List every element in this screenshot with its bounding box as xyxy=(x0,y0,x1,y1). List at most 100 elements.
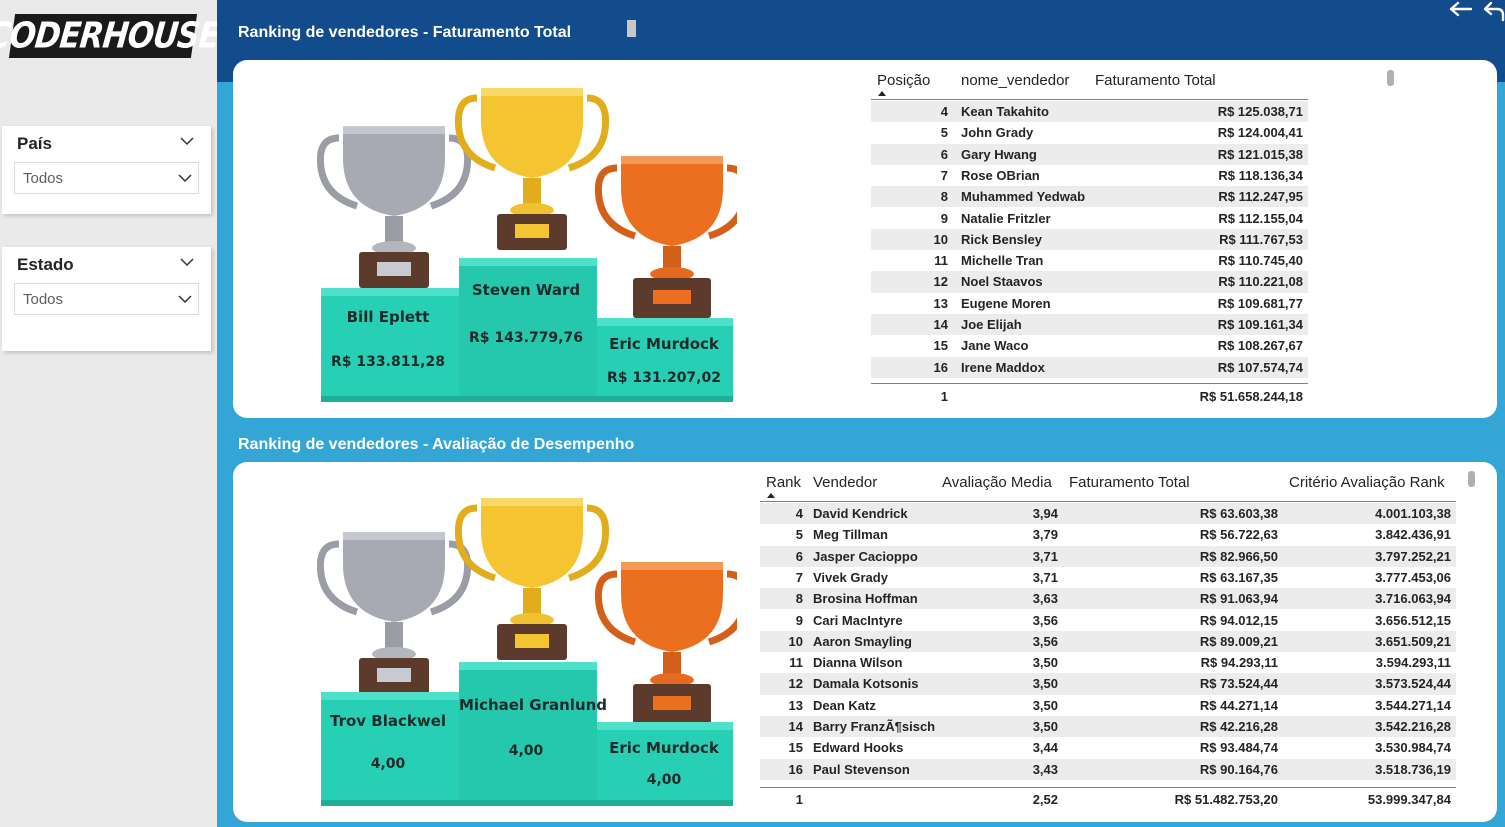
table-row[interactable]: 14 Joe Elijah R$ 109.161,34 xyxy=(871,314,1308,336)
table-row[interactable]: 10 Rick Bensley R$ 111.767,53 xyxy=(871,228,1308,251)
table-row[interactable]: 5 John Grady R$ 124.004,41 xyxy=(871,122,1308,143)
table-cell-posicao: 4 xyxy=(940,104,948,119)
table-row[interactable]: 10 Aaron Smayling 3,56 R$ 89.009,21 3.651.50… xyxy=(760,630,1456,653)
col-header-nome-vendedor[interactable]: nome_vendedor xyxy=(961,72,1069,89)
table-cell-nome-vendedor: Michelle Tran xyxy=(961,253,1044,269)
table-cell-nome-vendedor: Gary Hwang xyxy=(961,146,1037,162)
table-row[interactable]: 4 Kean Takahito R$ 125.038,71 xyxy=(871,101,1308,123)
table-row[interactable]: 11 Michelle Tran R$ 110.745,40 xyxy=(871,250,1308,271)
col-header-vendedor[interactable]: Vendedor xyxy=(813,474,877,491)
table-cell-faturamento: R$ 112.155,04 xyxy=(1218,210,1303,226)
podium-first-name: Steven Ward xyxy=(471,281,581,299)
chevron-down-icon[interactable] xyxy=(180,255,194,269)
table-cell-nome-vendedor: Eugene Moren xyxy=(961,295,1051,311)
table-cell-faturamento: R$ 111.767,53 xyxy=(1219,231,1303,247)
slicer-estado-dropdown[interactable]: Todos xyxy=(14,283,199,315)
col-header-avaliacao-media[interactable]: Avaliação Media xyxy=(942,474,1052,491)
table-cell-criterio: 4.001.103,38 xyxy=(1375,506,1451,521)
bronze-trophy-icon xyxy=(594,156,737,318)
table-row[interactable]: 9 Cari MacIntyre 3,56 R$ 94.012,15 3.656.512… xyxy=(760,610,1456,631)
slicer-estado-value: Todos xyxy=(23,291,64,308)
table-faturamento: Posição nome_vendedor Faturamento Total … xyxy=(871,60,1311,418)
table-cell-criterio: 3.777.453,06 xyxy=(1375,569,1451,585)
table-cell-criterio: 3.842.436,91 xyxy=(1375,527,1451,543)
table-row[interactable]: 6 Jasper Cacioppo 3,71 R$ 82.966,50 3.797.25… xyxy=(760,545,1456,567)
table-row[interactable]: 12 Damala Kotsonis 3,50 R$ 73.524,44 3.573.5… xyxy=(760,673,1456,695)
table-cell-nome-vendedor: Kean Takahito xyxy=(961,104,1049,119)
table-cell-avaliacao: 3,71 xyxy=(1032,569,1058,585)
table-row[interactable]: 14 Barry FranzÃ¶sisch 3,50 R$ 42.216,28 3.54… xyxy=(760,716,1456,738)
coderhouse-logo: CODERHOUSE xyxy=(0,14,221,58)
table-row[interactable]: 13 Dean Katz 3,50 R$ 44.271,14 3.544.271,14 xyxy=(760,695,1456,716)
podium-third-value: R$ 131.207,02 xyxy=(607,370,721,386)
back-arrows-icon[interactable] xyxy=(1445,0,1505,22)
table-row[interactable]: 4 David Kendrick 3,94 R$ 63.603,38 4.001.103… xyxy=(760,503,1456,525)
col-header-criterio-avaliacao-rank[interactable]: Critério Avaliação Rank xyxy=(1289,474,1445,491)
col-header-faturamento-total[interactable]: Faturamento Total xyxy=(1095,72,1216,89)
slicer-pais-dropdown[interactable]: Todos xyxy=(14,162,199,194)
sidebar: CODERHOUSE País Todos Estado Todos xyxy=(0,0,221,827)
table-row[interactable]: 7 Vivek Grady 3,71 R$ 63.167,35 3.777.453,06 xyxy=(760,567,1456,588)
table-cell-faturamento: R$ 109.161,34 xyxy=(1217,317,1303,332)
table-cell-criterio: 3.797.252,21 xyxy=(1375,548,1451,564)
table-row[interactable]: 8 Muhammed Yedwab R$ 112.247,95 xyxy=(871,186,1308,208)
report-canvas: CODERHOUSE País Todos Estado Todos Ranki… xyxy=(0,0,1505,827)
table-cell-rank: 4 xyxy=(795,506,803,521)
card-faturamento: Bill Eplett R$ 133.811,28 Steven Ward R$… xyxy=(233,60,1497,418)
table-cell-criterio: 3.544.271,14 xyxy=(1375,697,1451,713)
col-header-rank[interactable]: Rank xyxy=(766,474,801,491)
chevron-down-icon xyxy=(178,295,192,304)
main-area: Ranking de vendedores - Faturamento Tota… xyxy=(217,0,1505,827)
table-cell-avaliacao: 3,56 xyxy=(1032,612,1058,628)
silver-trophy-icon xyxy=(317,126,472,288)
total-posicao: 1 xyxy=(940,389,948,404)
table-cell-criterio: 3.530.984,74 xyxy=(1375,740,1451,756)
table-cell-avaliacao: 3,63 xyxy=(1032,591,1058,607)
table-row[interactable]: 12 Noel Staavos R$ 110.221,08 xyxy=(871,271,1308,293)
table-cell-posicao: 5 xyxy=(940,125,948,141)
table-cell-faturamento: R$ 82.966,50 xyxy=(1199,548,1278,564)
table-row[interactable]: 6 Gary Hwang R$ 121.015,38 xyxy=(871,143,1308,165)
table-cell-avaliacao: 3,71 xyxy=(1032,548,1058,564)
table-row[interactable]: 11 Dianna Wilson 3,50 R$ 94.293,11 3.594.293… xyxy=(760,652,1456,673)
table-row[interactable]: 15 Jane Waco R$ 108.267,67 xyxy=(871,335,1308,356)
podium-second-value: 4,00 xyxy=(370,756,406,772)
col-header-faturamento-total[interactable]: Faturamento Total xyxy=(1069,474,1190,491)
table-scrollbar[interactable] xyxy=(1387,70,1394,86)
table-row[interactable]: 16 Irene Maddox R$ 107.574,74 xyxy=(871,356,1308,378)
slicer-pais: País Todos xyxy=(2,126,211,214)
sort-ascending-icon xyxy=(767,493,775,498)
table-cell-criterio: 3.594.293,11 xyxy=(1375,655,1451,671)
table-cell-nome-vendedor: Natalie Fritzler xyxy=(961,210,1051,226)
total-divider xyxy=(871,383,1308,384)
table-cell-faturamento: R$ 91.063,94 xyxy=(1199,591,1278,607)
table-row[interactable]: 13 Eugene Moren R$ 109.681,77 xyxy=(871,293,1308,314)
table-cell-criterio: 3.573.524,44 xyxy=(1375,676,1451,692)
table-scrollbar[interactable] xyxy=(1468,471,1475,487)
table-cell-rank: 15 xyxy=(788,740,803,756)
table-cell-faturamento: R$ 63.603,38 xyxy=(1199,506,1278,521)
table-cell-faturamento: R$ 125.038,71 xyxy=(1217,104,1303,119)
table-row[interactable]: 8 Brosina Hoffman 3,63 R$ 91.063,94 3.716.06… xyxy=(760,588,1456,610)
table-cell-faturamento: R$ 110.745,40 xyxy=(1218,253,1303,269)
table-row[interactable]: 9 Natalie Fritzler R$ 112.155,04 xyxy=(871,208,1308,229)
col-header-posicao[interactable]: Posição xyxy=(877,72,930,89)
table-cell-faturamento: R$ 56.722,63 xyxy=(1199,527,1278,543)
table-row[interactable]: 5 Meg Tillman 3,79 R$ 56.722,63 3.842.436,91 xyxy=(760,524,1456,545)
table-cell-rank: 13 xyxy=(788,697,803,713)
table-row[interactable]: 15 Edward Hooks 3,44 R$ 93.484,74 3.530.984,… xyxy=(760,737,1456,758)
table-row[interactable]: 7 Rose OBrian R$ 118.136,34 xyxy=(871,165,1308,186)
table-cell-faturamento: R$ 107.574,74 xyxy=(1217,359,1303,375)
table-row[interactable]: 16 Paul Stevenson 3,43 R$ 90.164,76 3.518.73… xyxy=(760,758,1456,780)
table-cell-faturamento: R$ 44.271,14 xyxy=(1199,697,1278,713)
table-cell-rank: 6 xyxy=(795,548,803,564)
table-cell-posicao: 12 xyxy=(933,274,948,290)
table-avaliacao: Rank Vendedor Avaliação Media Faturament… xyxy=(760,462,1460,822)
chevron-down-icon[interactable] xyxy=(180,134,194,148)
table-cell-vendedor: Dean Katz xyxy=(813,697,876,713)
podium-first-name: Michael Granlund xyxy=(459,696,608,714)
slicer-pais-title: País xyxy=(17,134,52,153)
header-divider xyxy=(871,99,1308,100)
table-cell-nome-vendedor: Muhammed Yedwab xyxy=(961,189,1086,205)
section2-title: Ranking de vendedores - Avaliação de Des… xyxy=(238,436,635,453)
